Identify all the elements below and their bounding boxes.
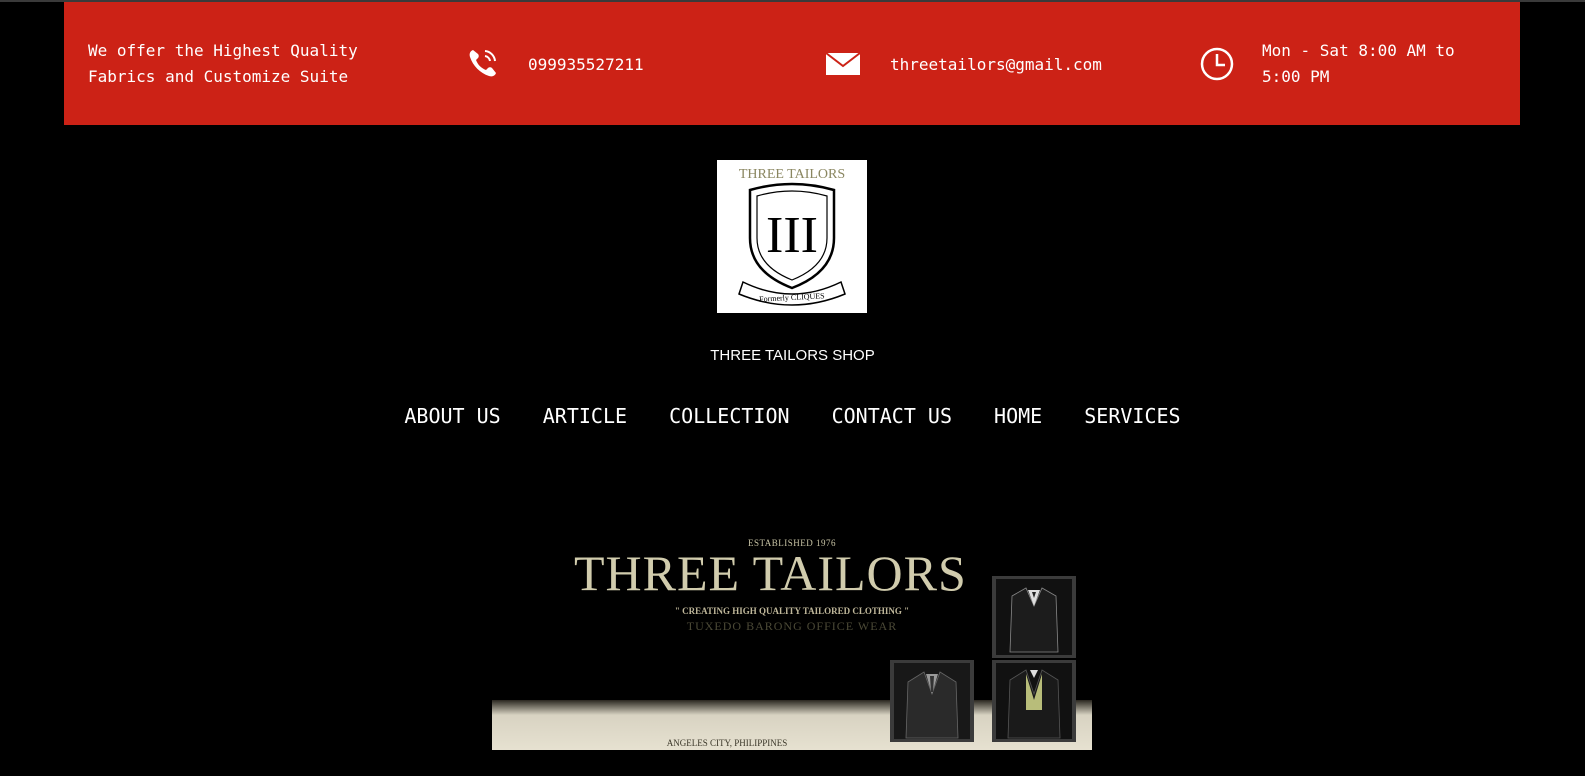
nav-item-home[interactable]: HOME: [994, 404, 1042, 428]
grey-suit-image: [890, 660, 974, 742]
nav-item-collection[interactable]: COLLECTION: [669, 404, 789, 428]
logo-emblem: III: [766, 207, 818, 264]
phone-icon: [469, 50, 496, 77]
main-nav: ABOUT US ARTICLE COLLECTION CONTACT US H…: [0, 404, 1585, 428]
tagline: We offer the Highest Quality Fabrics and…: [88, 41, 358, 86]
green-vest-suit-image: [992, 660, 1076, 742]
clock-icon: [1200, 47, 1234, 81]
site-logo[interactable]: THREE TAILORS III Formerly CLIQUES: [717, 160, 867, 313]
nav-item-contact-us[interactable]: CONTACT US: [832, 404, 952, 428]
nav-item-article[interactable]: ARTICLE: [543, 404, 627, 428]
mail-icon: [825, 52, 861, 75]
shop-name: THREE TAILORS SHOP: [710, 347, 875, 364]
tuxedo-suit-image: [992, 576, 1076, 658]
hero-banner: ESTABLISHED 1976 THREE TAILORS " CREATIN…: [492, 530, 1092, 750]
logo-top-text: THREE TAILORS: [739, 167, 845, 182]
top-info-bar: We offer the Highest Quality Fabrics and…: [64, 2, 1520, 125]
email-address[interactable]: threetailors@gmail.com: [890, 52, 1102, 78]
nav-item-services[interactable]: SERVICES: [1084, 404, 1180, 428]
business-hours: Mon - Sat 8:00 AM to 5:00 PM: [1262, 41, 1455, 86]
nav-item-about-us[interactable]: ABOUT US: [404, 404, 500, 428]
phone-number[interactable]: 099935527211: [528, 52, 644, 78]
banner-title: THREE TAILORS: [574, 545, 967, 601]
